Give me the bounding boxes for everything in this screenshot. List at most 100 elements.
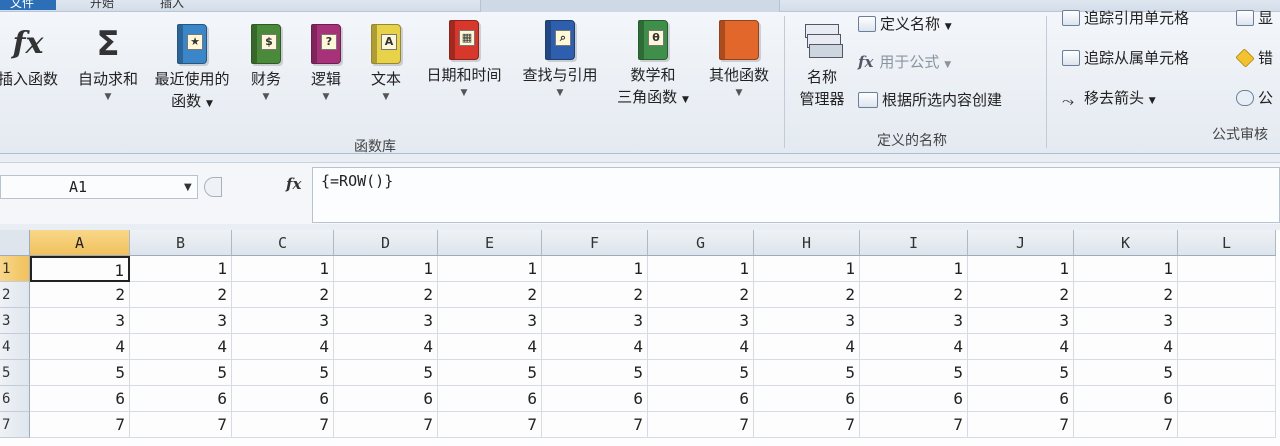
cell-D3[interactable]: 3 — [334, 308, 438, 334]
column-header-B[interactable]: B — [130, 230, 232, 256]
logical-button[interactable]: ? 逻辑 ▼ — [302, 24, 350, 104]
cell-F7[interactable]: 7 — [542, 412, 648, 438]
cell-J7[interactable]: 7 — [968, 412, 1074, 438]
cell-H2[interactable]: 2 — [754, 282, 860, 308]
cell-L7[interactable] — [1178, 412, 1276, 438]
cell-G6[interactable]: 6 — [648, 386, 754, 412]
cell-F3[interactable]: 3 — [542, 308, 648, 334]
lookup-reference-button[interactable]: ⌕ 查找与引用 ▼ — [512, 20, 608, 100]
cell-C1[interactable]: 1 — [232, 256, 334, 282]
formula-input[interactable]: {=ROW()} — [312, 167, 1280, 223]
column-header-A[interactable]: A — [30, 230, 130, 256]
tab-file[interactable]: 文件 — [0, 0, 56, 10]
cell-I5[interactable]: 5 — [860, 360, 968, 386]
cell-J1[interactable]: 1 — [968, 256, 1074, 282]
evaluate-formula-button[interactable]: 公 — [1236, 88, 1273, 108]
row-header-1[interactable]: 1 — [0, 256, 30, 282]
cell-H6[interactable]: 6 — [754, 386, 860, 412]
cell-K5[interactable]: 5 — [1074, 360, 1178, 386]
cell-G1[interactable]: 1 — [648, 256, 754, 282]
cell-F6[interactable]: 6 — [542, 386, 648, 412]
cell-E7[interactable]: 7 — [438, 412, 542, 438]
column-header-I[interactable]: I — [860, 230, 968, 256]
cell-C3[interactable]: 3 — [232, 308, 334, 334]
use-in-formula-button[interactable]: fx 用于公式 ▼ — [858, 52, 951, 75]
cell-B7[interactable]: 7 — [130, 412, 232, 438]
cell-G3[interactable]: 3 — [648, 308, 754, 334]
show-formulas-button[interactable]: 显 — [1236, 8, 1273, 28]
cell-G2[interactable]: 2 — [648, 282, 754, 308]
cell-K2[interactable]: 2 — [1074, 282, 1178, 308]
cell-K3[interactable]: 3 — [1074, 308, 1178, 334]
fx-icon[interactable]: fx — [286, 175, 301, 193]
cell-D4[interactable]: 4 — [334, 334, 438, 360]
cell-C6[interactable]: 6 — [232, 386, 334, 412]
cell-F5[interactable]: 5 — [542, 360, 648, 386]
cell-A4[interactable]: 4 — [30, 334, 130, 360]
error-checking-button[interactable]: 错 — [1235, 48, 1273, 68]
column-header-D[interactable]: D — [334, 230, 438, 256]
remove-arrows-button[interactable]: ⤳ 移去箭头 ▼ — [1062, 88, 1156, 111]
math-trig-button[interactable]: θ 数学和 三角函数 ▼ — [608, 20, 698, 111]
cell-B4[interactable]: 4 — [130, 334, 232, 360]
cell-F2[interactable]: 2 — [542, 282, 648, 308]
cell-E3[interactable]: 3 — [438, 308, 542, 334]
cell-C7[interactable]: 7 — [232, 412, 334, 438]
create-from-selection-button[interactable]: 根据所选内容创建 — [858, 90, 1002, 110]
cell-B1[interactable]: 1 — [130, 256, 232, 282]
cell-D2[interactable]: 2 — [334, 282, 438, 308]
cell-B2[interactable]: 2 — [130, 282, 232, 308]
cell-A7[interactable]: 7 — [30, 412, 130, 438]
cell-B5[interactable]: 5 — [130, 360, 232, 386]
more-functions-button[interactable]: 其他函数 ▼ — [700, 20, 778, 100]
chevron-down-icon[interactable]: ▼ — [184, 182, 192, 193]
cell-A6[interactable]: 6 — [30, 386, 130, 412]
cell-J6[interactable]: 6 — [968, 386, 1074, 412]
column-header-K[interactable]: K — [1074, 230, 1178, 256]
cell-E6[interactable]: 6 — [438, 386, 542, 412]
trace-dependents-button[interactable]: 追踪从属单元格 — [1062, 48, 1189, 68]
cell-J5[interactable]: 5 — [968, 360, 1074, 386]
cell-J3[interactable]: 3 — [968, 308, 1074, 334]
cell-H1[interactable]: 1 — [754, 256, 860, 282]
row-header-7[interactable]: 7 — [0, 412, 30, 438]
cell-A5[interactable]: 5 — [30, 360, 130, 386]
trace-precedents-button[interactable]: 追踪引用单元格 — [1062, 8, 1189, 28]
cell-G4[interactable]: 4 — [648, 334, 754, 360]
cell-L5[interactable] — [1178, 360, 1276, 386]
row-header-6[interactable]: 6 — [0, 386, 30, 412]
cell-C5[interactable]: 5 — [232, 360, 334, 386]
cell-H4[interactable]: 4 — [754, 334, 860, 360]
column-header-L[interactable]: L — [1178, 230, 1276, 256]
row-header-3[interactable]: 3 — [0, 308, 30, 334]
column-header-H[interactable]: H — [754, 230, 860, 256]
cell-K7[interactable]: 7 — [1074, 412, 1178, 438]
cell-L4[interactable] — [1178, 334, 1276, 360]
row-header-5[interactable]: 5 — [0, 360, 30, 386]
cell-E2[interactable]: 2 — [438, 282, 542, 308]
insert-function-button[interactable]: fx 插入函数 — [0, 24, 60, 90]
formula-bar-resize-handle[interactable] — [204, 177, 222, 197]
cell-L3[interactable] — [1178, 308, 1276, 334]
cell-G7[interactable]: 7 — [648, 412, 754, 438]
cell-L1[interactable] — [1178, 256, 1276, 282]
cell-L6[interactable] — [1178, 386, 1276, 412]
cell-E5[interactable]: 5 — [438, 360, 542, 386]
cell-H7[interactable]: 7 — [754, 412, 860, 438]
row-header-2[interactable]: 2 — [0, 282, 30, 308]
cell-K4[interactable]: 4 — [1074, 334, 1178, 360]
column-header-J[interactable]: J — [968, 230, 1074, 256]
column-header-C[interactable]: C — [232, 230, 334, 256]
name-manager-button[interactable]: 名称 管理器 — [790, 22, 854, 110]
cell-K1[interactable]: 1 — [1074, 256, 1178, 282]
cell-I2[interactable]: 2 — [860, 282, 968, 308]
cell-I1[interactable]: 1 — [860, 256, 968, 282]
cell-J4[interactable]: 4 — [968, 334, 1074, 360]
cell-D5[interactable]: 5 — [334, 360, 438, 386]
name-box[interactable]: A1 — [0, 175, 198, 199]
autosum-button[interactable]: Σ 自动求和 ▼ — [72, 24, 144, 104]
cell-F1[interactable]: 1 — [542, 256, 648, 282]
datetime-button[interactable]: ▦ 日期和时间 ▼ — [416, 20, 512, 100]
tab-page-layout[interactable] — [480, 0, 780, 12]
select-all-corner[interactable] — [0, 230, 30, 256]
